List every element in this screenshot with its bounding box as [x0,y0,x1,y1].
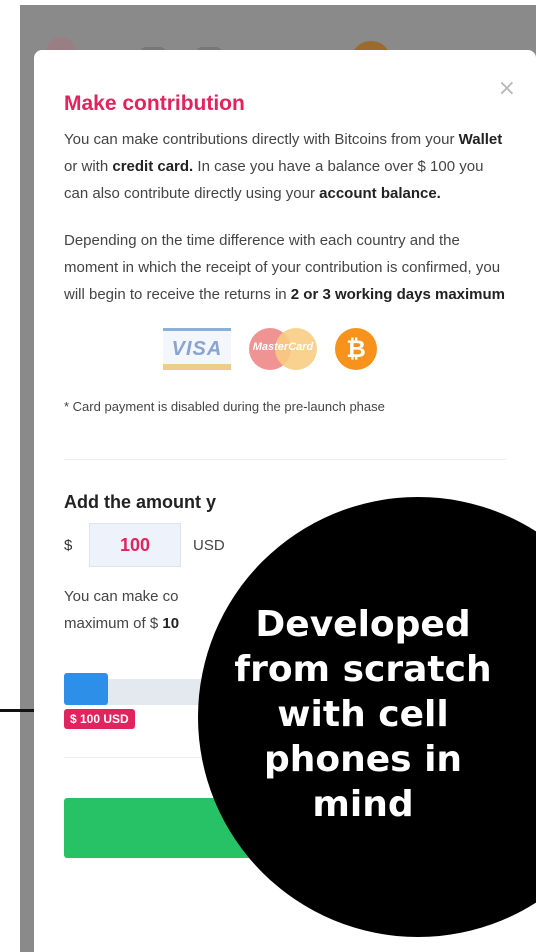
currency-sign: $ [64,536,73,554]
mastercard-icon: MasterCard [249,328,317,370]
working-days-text: 2 or 3 working days maximum [290,286,506,303]
card-note: * Card payment is disabled during the pr… [64,399,385,414]
amount-input[interactable] [89,523,181,567]
intro-paragraph: You can make contributions directly with… [64,131,503,202]
promo-text: Developed from scratch with cell phones … [234,603,492,825]
bitcoin-icon[interactable]: ₿ [335,328,377,370]
decorative-line [0,709,36,712]
visa-icon: VISA [163,328,231,370]
modal-title: Make contribution [64,92,245,115]
timing-paragraph: Depending on the time difference with ea… [64,232,506,303]
payment-methods: VISA MasterCard ₿ [64,328,506,370]
screen: × Make contribution You can make contrib… [0,0,536,952]
slider-handle[interactable] [64,673,108,705]
account-balance-text: account balance. [319,185,441,202]
wallet-text: Wallet [458,131,503,148]
currency-code: USD [193,536,225,554]
slider-value-badge: $ 100 USD [64,709,135,729]
divider [64,459,506,460]
credit-card-text: credit card. [112,158,194,175]
close-icon[interactable]: × [498,78,516,100]
